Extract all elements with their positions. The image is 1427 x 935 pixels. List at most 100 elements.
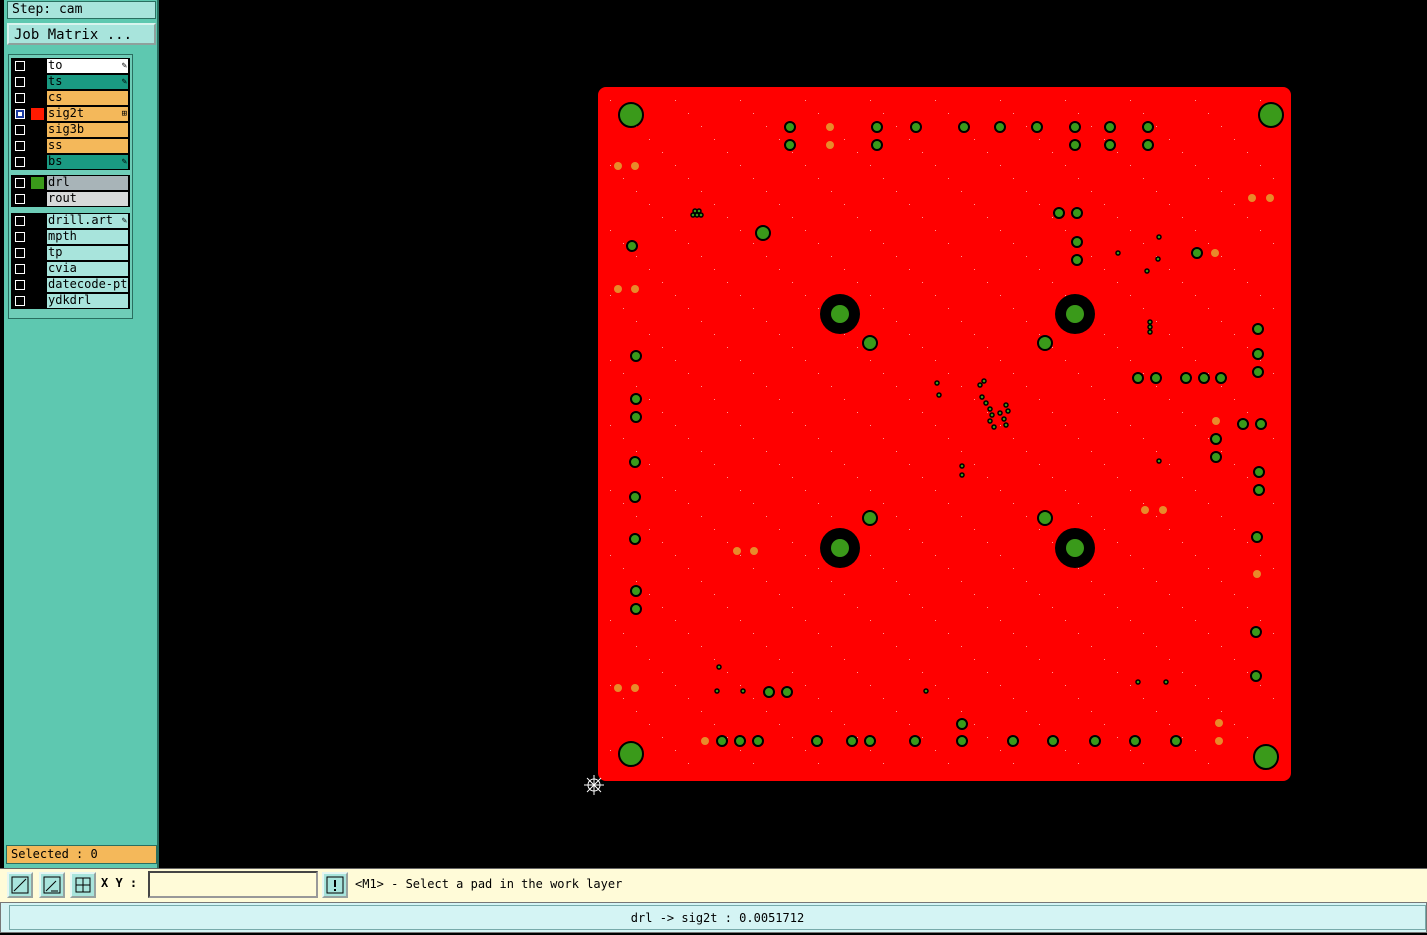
pad[interactable] <box>630 603 642 615</box>
layer-color-swatch[interactable] <box>31 140 44 152</box>
layer-color-swatch[interactable] <box>31 295 44 307</box>
pad[interactable] <box>1250 626 1262 638</box>
layer-checkbox[interactable] <box>15 194 25 204</box>
pad[interactable] <box>629 491 641 503</box>
via[interactable] <box>981 378 987 384</box>
pad[interactable] <box>956 735 968 747</box>
layer-checkbox[interactable] <box>15 77 25 87</box>
via[interactable] <box>1156 458 1162 464</box>
pad[interactable] <box>784 139 796 151</box>
mounting-pad[interactable] <box>1258 102 1284 128</box>
pad[interactable] <box>626 240 638 252</box>
via[interactable] <box>959 463 965 469</box>
layer-name[interactable]: ydkdrl <box>47 294 128 308</box>
layer-color-swatch[interactable] <box>31 263 44 275</box>
via[interactable] <box>987 418 993 424</box>
pad[interactable] <box>1104 139 1116 151</box>
layer-color-swatch[interactable] <box>31 108 44 120</box>
layer-checkbox[interactable] <box>15 216 25 226</box>
layer-name[interactable]: ts ✎ <box>47 75 128 89</box>
layer-name[interactable]: rout <box>47 192 128 206</box>
layer-color-swatch[interactable] <box>31 279 44 291</box>
job-matrix-button[interactable]: Job Matrix ... <box>7 23 156 45</box>
pad[interactable] <box>1210 433 1222 445</box>
pad-orange[interactable] <box>1212 417 1220 425</box>
pad-orange[interactable] <box>733 547 741 555</box>
via[interactable] <box>987 406 993 412</box>
pad[interactable] <box>1191 247 1203 259</box>
mounting-pad[interactable] <box>1253 744 1279 770</box>
layer-checkbox[interactable] <box>15 232 25 242</box>
layer-color-swatch[interactable] <box>31 156 44 168</box>
via[interactable] <box>934 380 940 386</box>
via[interactable] <box>1147 319 1153 325</box>
layer-checkbox[interactable] <box>15 157 25 167</box>
pad[interactable] <box>1129 735 1141 747</box>
via[interactable] <box>1144 268 1150 274</box>
pad[interactable] <box>862 335 878 351</box>
layer-row-bs[interactable]: bs ✎ <box>11 154 130 170</box>
layer-name[interactable]: ss <box>47 139 128 153</box>
pad-orange[interactable] <box>701 737 709 745</box>
pad-orange[interactable] <box>631 285 639 293</box>
layer-row-ss[interactable]: ss <box>11 138 130 154</box>
layer-row-sig3b[interactable]: sig3b <box>11 122 130 138</box>
pad[interactable] <box>1069 139 1081 151</box>
pad[interactable] <box>864 735 876 747</box>
pad-orange[interactable] <box>614 684 622 692</box>
pad[interactable] <box>630 393 642 405</box>
measure-button[interactable] <box>39 872 65 898</box>
pad[interactable] <box>763 686 775 698</box>
zoom-extent-button[interactable] <box>7 872 33 898</box>
pad[interactable] <box>1180 372 1192 384</box>
pad[interactable] <box>909 735 921 747</box>
pad-orange[interactable] <box>1141 506 1149 514</box>
pad[interactable] <box>1237 418 1249 430</box>
mounting-pad[interactable] <box>618 102 644 128</box>
pad[interactable] <box>630 350 642 362</box>
layer-checkbox[interactable] <box>15 125 25 135</box>
layer-checkbox[interactable] <box>15 296 25 306</box>
via[interactable] <box>1005 408 1011 414</box>
layer-color-swatch[interactable] <box>31 92 44 104</box>
pad[interactable] <box>1104 121 1116 133</box>
pad[interactable] <box>1150 372 1162 384</box>
pad[interactable] <box>1170 735 1182 747</box>
layer-name[interactable]: sig3b <box>47 123 128 137</box>
pad[interactable] <box>1252 348 1264 360</box>
pad[interactable] <box>1252 323 1264 335</box>
pad[interactable] <box>1071 236 1083 248</box>
pad[interactable] <box>630 585 642 597</box>
pad-orange[interactable] <box>1215 719 1223 727</box>
via[interactable] <box>983 400 989 406</box>
layer-color-swatch[interactable] <box>31 231 44 243</box>
pad[interactable] <box>1252 366 1264 378</box>
grid-snap-button[interactable] <box>70 872 96 898</box>
layer-name[interactable]: sig2t ⊞ <box>47 107 128 121</box>
pad[interactable] <box>956 718 968 730</box>
mounting-hole-pad[interactable] <box>1066 305 1084 323</box>
pad[interactable] <box>1250 670 1262 682</box>
layer-row-drill-art[interactable]: drill.art ✎ <box>11 213 130 229</box>
pad[interactable] <box>1031 121 1043 133</box>
layer-row-sig2t[interactable]: sig2t ⊞ <box>11 106 130 122</box>
via[interactable] <box>991 424 997 430</box>
layer-name[interactable]: datecode-ptc <box>47 278 128 292</box>
layer-color-swatch[interactable] <box>31 76 44 88</box>
pad[interactable] <box>629 533 641 545</box>
via[interactable] <box>1003 422 1009 428</box>
pad-orange[interactable] <box>1159 506 1167 514</box>
via[interactable] <box>1135 679 1141 685</box>
pad[interactable] <box>752 735 764 747</box>
layer-checkbox[interactable] <box>15 178 25 188</box>
pad[interactable] <box>1215 372 1227 384</box>
mounting-hole-pad[interactable] <box>1066 539 1084 557</box>
layer-checkbox[interactable] <box>15 109 25 119</box>
pad-orange[interactable] <box>614 285 622 293</box>
via[interactable] <box>1001 416 1007 422</box>
mounting-hole-pad[interactable] <box>831 539 849 557</box>
pad[interactable] <box>1142 139 1154 151</box>
mounting-pad[interactable] <box>618 741 644 767</box>
via[interactable] <box>716 664 722 670</box>
pad-orange[interactable] <box>750 547 758 555</box>
